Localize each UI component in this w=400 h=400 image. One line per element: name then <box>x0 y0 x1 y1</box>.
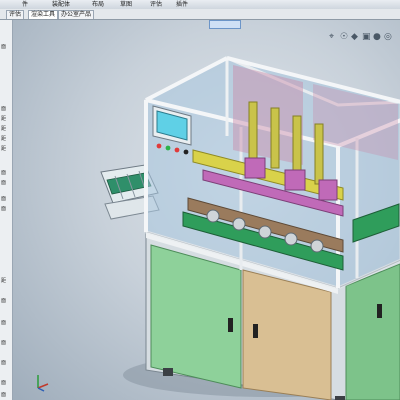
menu-item-2[interactable]: 装配体 <box>52 1 70 8</box>
menu-item-6[interactable]: 插件 <box>176 1 188 8</box>
tree-item[interactable]: 面 <box>1 206 6 212</box>
tree-item[interactable]: 面 <box>1 298 6 304</box>
tree-item[interactable]: 距 <box>1 116 6 122</box>
menu-item-5[interactable]: 评估 <box>150 1 162 8</box>
feature-tree-panel[interactable]: 面 面 距 距 距 距 面 面 面 面 距 面 面 面 面 面 面 <box>0 20 13 400</box>
coordinate-triad-icon <box>35 372 51 396</box>
menu-item-1[interactable]: 件 <box>22 1 28 8</box>
menu-item-4[interactable]: 草图 <box>120 1 132 8</box>
tree-item[interactable]: 面 <box>1 44 6 50</box>
tree-item[interactable]: 面 <box>1 180 6 186</box>
tree-item[interactable]: 面 <box>1 320 6 326</box>
tab-evaluate[interactable]: 评估 <box>6 10 25 19</box>
machine-model <box>100 56 400 400</box>
tree-item[interactable]: 面 <box>1 392 6 398</box>
tree-item[interactable]: 距 <box>1 126 6 132</box>
tree-item[interactable]: 面 <box>1 380 6 386</box>
graphics-viewport[interactable]: ⌖ ☉ ◆ ▣ ● ◎ <box>13 20 400 400</box>
tree-item[interactable]: 面 <box>1 170 6 176</box>
tree-item[interactable]: 面 <box>1 106 6 112</box>
tree-item[interactable]: 距 <box>1 136 6 142</box>
tab-render-tools[interactable]: 渲染工具 <box>28 10 59 19</box>
tree-item[interactable]: 面 <box>1 196 6 202</box>
tab-office-products[interactable]: 办公室产品 <box>58 10 95 19</box>
tree-item[interactable]: 面 <box>1 340 6 346</box>
tree-item[interactable]: 距 <box>1 146 6 152</box>
tree-item[interactable]: 距 <box>1 278 6 284</box>
tree-item[interactable]: 面 <box>1 360 6 366</box>
command-tabs: 评估 渲染工具 办公室产品 <box>0 9 400 20</box>
menu-item-3[interactable]: 布局 <box>92 1 104 8</box>
